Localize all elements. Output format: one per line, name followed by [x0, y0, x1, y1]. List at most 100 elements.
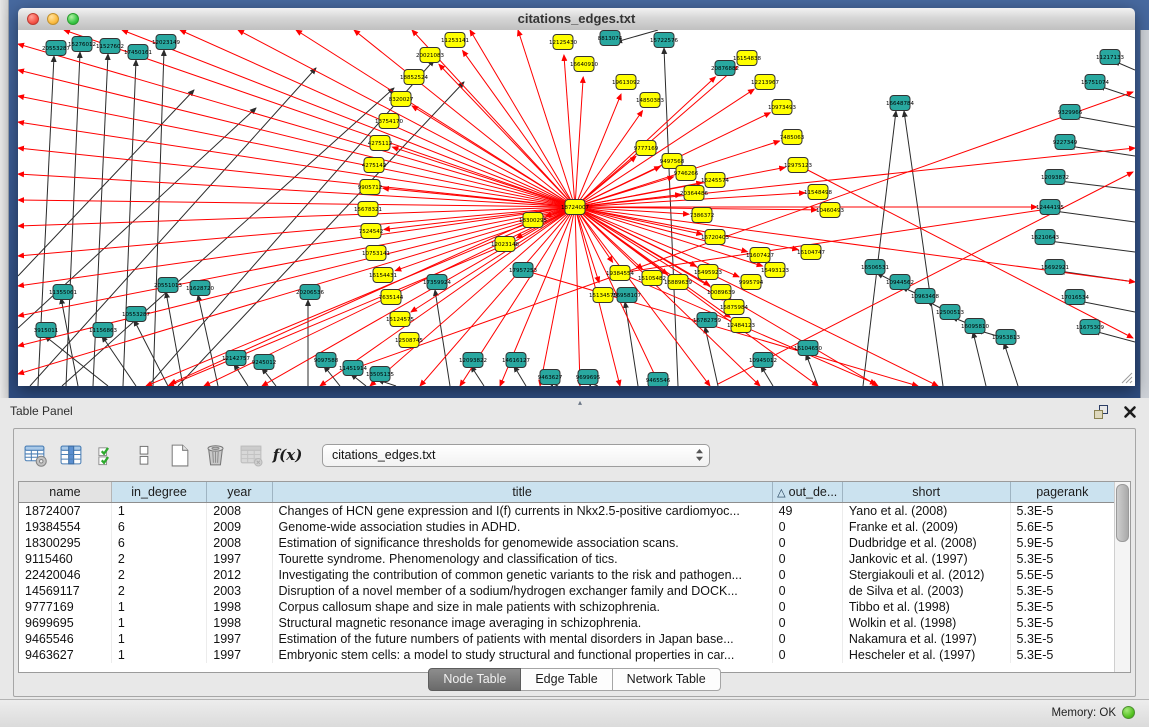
table-cell[interactable]: 5.3E-5: [1010, 647, 1114, 663]
table-cell[interactable]: 1998: [207, 615, 272, 631]
float-panel-icon[interactable]: [1092, 403, 1110, 421]
table-cell[interactable]: 1998: [207, 599, 272, 615]
column-header-in_degree[interactable]: in_degree: [111, 482, 206, 503]
table-row[interactable]: 977716911998Corpus callosum shape and si…: [19, 599, 1115, 615]
table-cell[interactable]: Stergiakouli et al. (2012): [842, 567, 1010, 583]
column-header-title[interactable]: title: [272, 482, 772, 503]
table-row[interactable]: 2242004622012Investigating the contribut…: [19, 567, 1115, 583]
citation-network-graph[interactable]: 1872400718300295193845549777169949756897…: [18, 30, 1135, 386]
table-cell[interactable]: Yano et al. (2008): [842, 503, 1010, 520]
row-selection-icon[interactable]: [94, 442, 121, 469]
table-row[interactable]: 946362711997Embryonic stem cells: a mode…: [19, 647, 1115, 663]
table-cell[interactable]: 5.3E-5: [1010, 599, 1114, 615]
table-cell[interactable]: Estimation of the future numbers of pati…: [272, 631, 772, 647]
network-view-canvas[interactable]: 1872400718300295193845549777169949756897…: [18, 30, 1135, 386]
table-cell[interactable]: de Silva et al. (2003): [842, 583, 1010, 599]
table-cell[interactable]: 1997: [207, 551, 272, 567]
delete-icon[interactable]: [202, 442, 229, 469]
row-height-icon[interactable]: [130, 442, 157, 469]
table-cell[interactable]: 19384554: [19, 519, 111, 535]
table-cell[interactable]: 2: [111, 583, 206, 599]
table-row[interactable]: 969969511998Structural magnetic resonanc…: [19, 615, 1115, 631]
function-builder-icon[interactable]: f(x): [274, 442, 301, 469]
table-cell[interactable]: Wolkin et al. (1998): [842, 615, 1010, 631]
table-cell[interactable]: 9115460: [19, 551, 111, 567]
table-cell[interactable]: Tourette syndrome. Phenomenology and cla…: [272, 551, 772, 567]
table-cell[interactable]: 18724007: [19, 503, 111, 520]
table-cell[interactable]: 0: [772, 599, 842, 615]
table-cell[interactable]: 2008: [207, 535, 272, 551]
tab-node-table[interactable]: Node Table: [428, 668, 521, 691]
column-header-short[interactable]: short: [842, 482, 1010, 503]
table-cell[interactable]: Disruption of a novel member of a sodium…: [272, 583, 772, 599]
table-row[interactable]: 1938455462009Genome-wide association stu…: [19, 519, 1115, 535]
table-cell[interactable]: 5.5E-5: [1010, 567, 1114, 583]
table-row[interactable]: 1830029562008Estimation of significance …: [19, 535, 1115, 551]
panel-divider-handle[interactable]: ▴: [578, 399, 582, 407]
table-cell[interactable]: 5.3E-5: [1010, 615, 1114, 631]
table-cell[interactable]: 1997: [207, 647, 272, 663]
table-cell[interactable]: 0: [772, 583, 842, 599]
close-panel-icon[interactable]: [1123, 405, 1137, 419]
table-cell[interactable]: Genome-wide association studies in ADHD.: [272, 519, 772, 535]
table-cell[interactable]: 1: [111, 503, 206, 520]
table-cell[interactable]: 14569117: [19, 583, 111, 599]
column-header-out_de[interactable]: △out_de...: [772, 482, 842, 503]
table-cell[interactable]: 5.3E-5: [1010, 631, 1114, 647]
table-cell[interactable]: 6: [111, 519, 206, 535]
table-cell[interactable]: 0: [772, 615, 842, 631]
table-cell[interactable]: 9699695: [19, 615, 111, 631]
table-cell[interactable]: Estimation of significance thresholds fo…: [272, 535, 772, 551]
table-cell[interactable]: 0: [772, 647, 842, 663]
column-header-year[interactable]: year: [207, 482, 272, 503]
table-row[interactable]: 1456911722003Disruption of a novel membe…: [19, 583, 1115, 599]
table-cell[interactable]: 9463627: [19, 647, 111, 663]
table-cell[interactable]: 0: [772, 535, 842, 551]
table-cell[interactable]: 0: [772, 551, 842, 567]
table-select-dropdown[interactable]: citations_edges.txt: [322, 444, 710, 467]
table-cell[interactable]: 0: [772, 519, 842, 535]
new-document-icon[interactable]: [166, 442, 193, 469]
table-cell[interactable]: 2008: [207, 503, 272, 520]
table-cell[interactable]: Tibbo et al. (1998): [842, 599, 1010, 615]
resize-grip-icon[interactable]: [1119, 370, 1133, 384]
table-cell[interactable]: 9777169: [19, 599, 111, 615]
column-header-name[interactable]: name: [19, 482, 111, 503]
table-row[interactable]: 911546021997Tourette syndrome. Phenomeno…: [19, 551, 1115, 567]
table-cell[interactable]: Nakamura et al. (1997): [842, 631, 1010, 647]
table-options-icon[interactable]: [22, 442, 49, 469]
table-cell[interactable]: Jankovic et al. (1997): [842, 551, 1010, 567]
table-cell[interactable]: 2: [111, 567, 206, 583]
table-cell[interactable]: Corpus callosum shape and size in male p…: [272, 599, 772, 615]
table-cell[interactable]: 5.3E-5: [1010, 583, 1114, 599]
table-cell[interactable]: Hescheler et al. (1997): [842, 647, 1010, 663]
table-cell[interactable]: Changes of HCN gene expression and I(f) …: [272, 503, 772, 520]
table-cell[interactable]: 2012: [207, 567, 272, 583]
table-cell[interactable]: 2003: [207, 583, 272, 599]
table-row[interactable]: 1872400712008Changes of HCN gene express…: [19, 503, 1115, 520]
table-row[interactable]: 946554611997Estimation of the future num…: [19, 631, 1115, 647]
table-cell[interactable]: 0: [772, 631, 842, 647]
table-scrollbar[interactable]: [1114, 482, 1130, 672]
table-cell[interactable]: Structural magnetic resonance image aver…: [272, 615, 772, 631]
table-cell[interactable]: 1: [111, 631, 206, 647]
table-cell[interactable]: 1: [111, 599, 206, 615]
memory-status-icon[interactable]: [1122, 706, 1135, 719]
table-cell[interactable]: 0: [772, 567, 842, 583]
table-cell[interactable]: 5.9E-5: [1010, 535, 1114, 551]
tab-edge-table[interactable]: Edge Table: [521, 668, 612, 691]
table-cell[interactable]: 5.6E-5: [1010, 519, 1114, 535]
table-cell[interactable]: 9465546: [19, 631, 111, 647]
table-cell[interactable]: 22420046: [19, 567, 111, 583]
table-cell[interactable]: Investigating the contribution of common…: [272, 567, 772, 583]
table-cell[interactable]: 49: [772, 503, 842, 520]
table-cell[interactable]: 2: [111, 551, 206, 567]
table-cell[interactable]: Dudbridge et al. (2008): [842, 535, 1010, 551]
table-cell[interactable]: 18300295: [19, 535, 111, 551]
table-cell[interactable]: 1: [111, 615, 206, 631]
column-header-pagerank[interactable]: pagerank: [1010, 482, 1114, 503]
table-cell[interactable]: Embryonic stem cells: a model to study s…: [272, 647, 772, 663]
table-cell[interactable]: 5.3E-5: [1010, 503, 1114, 520]
table-cell[interactable]: 1: [111, 647, 206, 663]
tab-network-table[interactable]: Network Table: [613, 668, 721, 691]
